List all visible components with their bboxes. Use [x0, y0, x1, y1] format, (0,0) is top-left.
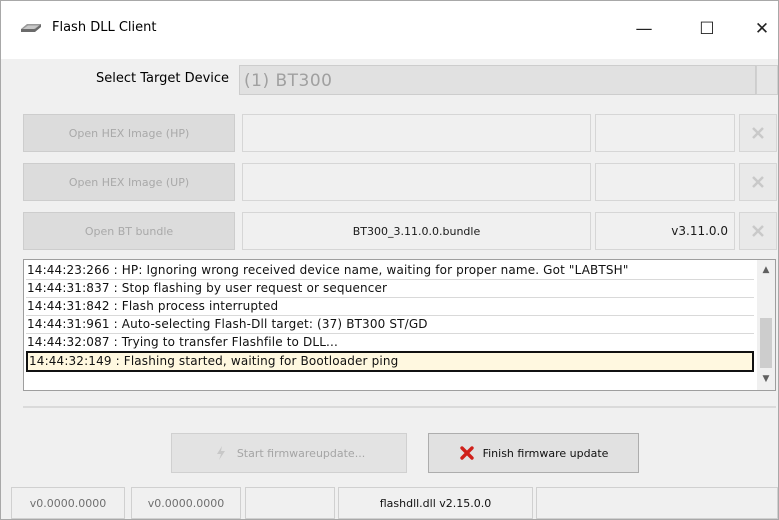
log-line[interactable]: 14:44:31:961 : Auto-selecting Flash-Dll …: [26, 316, 754, 333]
log-line-selected[interactable]: 14:44:32:149 : Flashing started, waiting…: [26, 351, 754, 372]
open-hex-up-button[interactable]: Open HEX Image (UP): [23, 163, 235, 201]
hex-hp-file-field: [242, 114, 591, 152]
target-device-label: Select Target Device: [96, 71, 230, 86]
log-scrollbar[interactable]: ▲ ▼: [757, 260, 775, 390]
app-icon: [18, 21, 44, 37]
start-firmwareupdate-button[interactable]: Start firmwareupdate...: [171, 433, 407, 473]
close-button[interactable]: ✕: [739, 9, 779, 49]
target-device-select[interactable]: (1) BT300: [239, 65, 756, 95]
log-line[interactable]: 14:44:31:842 : Flash process interrupted: [26, 298, 754, 315]
target-device-dropdown-button[interactable]: [756, 65, 778, 95]
status-bar: v0.0000.0000 v0.0000.0000 flashdll.dll v…: [1, 487, 778, 519]
start-firmwareupdate-label: Start firmwareupdate...: [236, 446, 366, 460]
log-line[interactable]: 14:44:32:087 : Trying to transfer Flashf…: [26, 334, 754, 351]
clear-icon[interactable]: [739, 212, 777, 250]
maximize-button[interactable]: ☐: [684, 9, 730, 49]
open-bt-bundle-button[interactable]: Open BT bundle: [23, 212, 235, 250]
bt-bundle-version-field: v3.11.0.0: [595, 212, 735, 250]
separator: [23, 406, 776, 408]
status-empty-cell: [536, 487, 778, 519]
status-hp-version: v0.0000.0000: [11, 487, 125, 519]
scroll-thumb[interactable]: [760, 318, 772, 368]
scroll-down-icon[interactable]: ▼: [757, 371, 775, 387]
finish-firmware-update-button[interactable]: Finish firmware update: [428, 433, 639, 473]
hex-up-file-field: [242, 163, 591, 201]
minimize-button[interactable]: —: [621, 9, 667, 49]
main-window: Flash DLL Client — ☐ ✕ Select Target Dev…: [0, 0, 779, 520]
open-hex-hp-button[interactable]: Open HEX Image (HP): [23, 114, 235, 152]
status-dll-version: flashdll.dll v2.15.0.0: [338, 487, 533, 519]
window-title: Flash DLL Client: [52, 20, 157, 35]
bt-bundle-file-field: BT300_3.11.0.0.bundle: [242, 212, 591, 250]
clear-icon[interactable]: [739, 163, 777, 201]
title-bar: Flash DLL Client — ☐ ✕: [1, 1, 778, 59]
status-empty-cell: [245, 487, 335, 519]
hex-hp-version-field: [595, 114, 735, 152]
clear-icon[interactable]: [739, 114, 777, 152]
log-line[interactable]: 14:44:23:266 : HP: Ignoring wrong receiv…: [26, 262, 754, 279]
hex-up-version-field: [595, 163, 735, 201]
log-line[interactable]: 14:44:31:837 : Stop flashing by user req…: [26, 280, 754, 297]
red-x-icon: [459, 445, 475, 461]
status-up-version: v0.0000.0000: [131, 487, 241, 519]
flash-icon: [213, 445, 229, 461]
scroll-up-icon[interactable]: ▲: [757, 262, 775, 278]
finish-firmware-update-label: Finish firmware update: [482, 446, 609, 460]
log-list[interactable]: 14:44:23:266 : HP: Ignoring wrong receiv…: [23, 259, 776, 391]
